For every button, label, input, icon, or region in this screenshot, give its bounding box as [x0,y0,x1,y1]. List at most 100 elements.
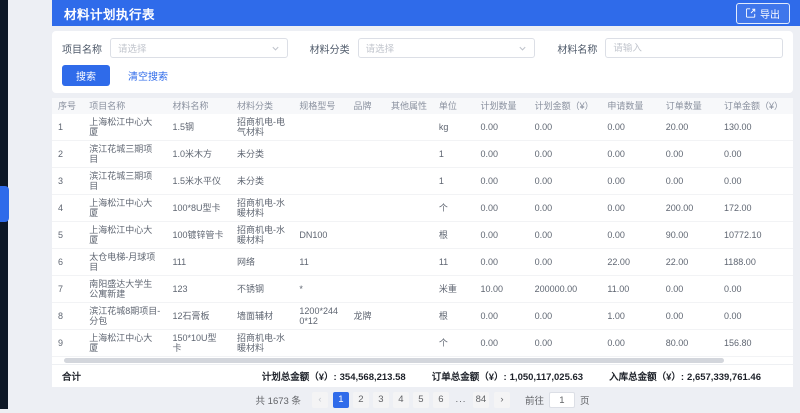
table-cell: 200000.00 [529,276,602,303]
table-cell: 未分类 [231,168,293,195]
table-row[interactable]: 1上海松江中心大厦1.5钢招商机电-电气材料kg0.000.000.0020.0… [52,114,793,141]
table-cell: 个 [433,330,475,357]
pager-next-button[interactable]: › [494,392,510,408]
material-category-select[interactable]: 请选择 [358,38,536,58]
horizontal-scrollbar[interactable] [52,357,793,364]
table-cell: DN100 [293,222,347,249]
pager-page-3[interactable]: 3 [373,392,389,408]
table-cell [385,303,433,330]
table-cell [348,168,385,195]
table-cell: 1 [433,141,475,168]
table-cell: 招商机电-水暖材料 [231,222,293,249]
pager-page-6[interactable]: 6 [433,392,449,408]
table-cell: 太仓电梯-月球项目 [83,249,166,276]
goto-page-input[interactable] [549,392,575,408]
summary-total-label: 合计 [62,369,81,383]
summary-totals: 计划总金额（¥）:354,568,213.58订单总金额（¥）:1,050,11… [262,369,761,383]
table-cell: 172.00 [718,195,793,222]
table-cell: 100*8U型卡 [166,195,231,222]
table-row[interactable]: 5上海松江中心大厦100镀锌管卡招商机电-水暖材料DN100根0.000.000… [52,222,793,249]
column-header: 序号 [52,98,83,114]
chevron-down-icon [271,44,280,53]
material-name-input[interactable] [613,43,775,54]
project-name-label: 项目名称 [62,41,102,56]
column-header: 计划金额（¥） [529,98,602,114]
table-cell: 10.00 [474,276,528,303]
table-cell: 0.00 [718,141,793,168]
pager-prev-button[interactable]: ‹ [312,392,328,408]
horizontal-scrollbar-thumb[interactable] [64,358,724,363]
table-cell [348,330,385,357]
table-cell: 墙面辅材 [231,303,293,330]
table-cell: 根 [433,222,475,249]
table-cell: 8 [52,303,83,330]
app-window: 材料计划执行表 导出 项目名称 请选择 [0,0,800,409]
table-row[interactable]: 4上海松江中心大厦100*8U型卡招商机电-水暖材料个0.000.000.002… [52,195,793,222]
filter-row: 项目名称 请选择 材料分类 请选择 [62,38,783,58]
table-cell: 0.00 [601,114,659,141]
clear-search-button[interactable]: 清空搜索 [128,68,168,83]
table-cell: 0.00 [660,276,718,303]
table-cell: 10772.10 [718,222,793,249]
table-cell: 150*10U型卡 [166,330,231,357]
table-cell [348,249,385,276]
topbar-bar: 材料计划执行表 导出 [52,0,800,26]
table-row[interactable]: 3滨江花城三期项目1.5米水平仪未分类10.000.000.000.000.00 [52,168,793,195]
table-cell [348,141,385,168]
column-header: 订单金额（¥） [718,98,793,114]
summary-total: 订单总金额（¥）:1,050,117,025.63 [432,369,583,383]
table-row[interactable]: 7南阳盛达大学生公寓新建123不锈钢*米重10.00200000.0011.00… [52,276,793,303]
table-row[interactable]: 9上海松江中心大厦150*10U型卡招商机电-水暖材料个0.000.000.00… [52,330,793,357]
table-cell: 9 [52,330,83,357]
topbar: 材料计划执行表 导出 [8,0,800,26]
table-cell: 156.80 [718,330,793,357]
pager-page-2[interactable]: 2 [353,392,369,408]
table-cell: 0.00 [474,222,528,249]
table-cell: 1.5钢 [166,114,231,141]
table-cell [385,195,433,222]
filter-material-category: 材料分类 请选择 [310,38,536,58]
table-cell: 0.00 [718,303,793,330]
table-cell: 12石膏板 [166,303,231,330]
table-cell: 90.00 [660,222,718,249]
column-header: 单位 [433,98,475,114]
table-cell [385,168,433,195]
table-cell: 0.00 [718,168,793,195]
table-cell: 0.00 [529,168,602,195]
table-cell: 滨江花城三期项目 [83,141,166,168]
material-name-label: 材料名称 [557,41,597,56]
table-cell [385,222,433,249]
table-cell: 1.00 [601,303,659,330]
table-row[interactable]: 2滨江花城三期项目1.0米木方未分类10.000.000.000.000.00 [52,141,793,168]
table-cell [385,276,433,303]
data-table-card: 序号项目名称材料名称材料分类规格型号品牌其他属性单位计划数量计划金额（¥）申请数… [52,98,793,387]
table-cell: 米重 [433,276,475,303]
pager-page-1[interactable]: 1 [333,392,349,408]
filter-panel: 项目名称 请选择 材料分类 请选择 [52,31,793,93]
sidebar-expand-handle[interactable] [0,186,9,222]
table-cell: 0.00 [529,303,602,330]
pager-page-4[interactable]: 4 [393,392,409,408]
summary-bar: 合计 计划总金额（¥）:354,568,213.58订单总金额（¥）:1,050… [52,364,793,387]
export-button[interactable]: 导出 [736,3,790,24]
main-area: 材料计划执行表 导出 项目名称 请选择 [8,0,800,409]
table-cell: 11.00 [601,276,659,303]
pager-ellipsis[interactable]: ... [453,392,469,408]
table-body: 1上海松江中心大厦1.5钢招商机电-电气材料kg0.000.000.0020.0… [52,114,793,357]
pager-page-5[interactable]: 5 [413,392,429,408]
table-cell: 上海松江中心大厦 [83,195,166,222]
table-cell: 0.00 [474,249,528,276]
project-name-select[interactable]: 请选择 [110,38,288,58]
table-cell: 22.00 [660,249,718,276]
table-cell [348,222,385,249]
search-button[interactable]: 搜索 [62,65,110,86]
table-row[interactable]: 8滨江花城8期项目-分包12石膏板墙面辅材1200*2440*12龙牌根0.00… [52,303,793,330]
goto-unit-label: 页 [580,393,590,407]
table-row[interactable]: 6太仓电梯-月球项目111网络11110.000.0022.0022.00118… [52,249,793,276]
pager-page-84[interactable]: 84 [473,392,489,408]
table-cell: 上海松江中心大厦 [83,330,166,357]
page-title: 材料计划执行表 [64,4,155,23]
export-icon [746,8,756,18]
table-cell: 0.00 [474,141,528,168]
table-cell: 130.00 [718,114,793,141]
